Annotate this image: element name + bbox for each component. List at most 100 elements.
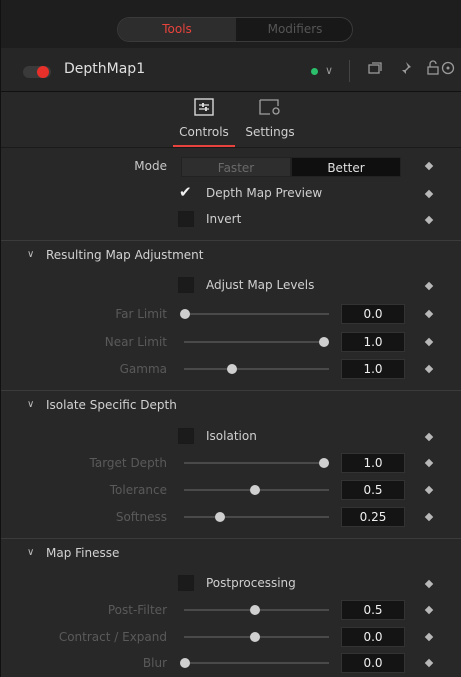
blur-value[interactable]: 0.0 [341,653,405,673]
active-tab-indicator [173,145,235,147]
keyframe-diamond-icon[interactable] [424,364,434,374]
postprocessing-label: Postprocessing [206,576,296,590]
near-limit-value[interactable]: 1.0 [341,332,405,352]
tab-controls[interactable]: Controls [173,98,235,144]
sliders-icon [173,98,235,119]
gamma-value[interactable]: 1.0 [341,359,405,379]
pin-icon[interactable] [395,60,415,80]
gamma-slider[interactable] [184,368,329,370]
post-filter-value[interactable]: 0.5 [341,600,405,620]
tab-settings-label: Settings [245,125,295,139]
gamma-label: Gamma [119,362,167,376]
keyframe-diamond-icon[interactable] [424,579,434,589]
contract-expand-row: Contract / Expand 0.0 [1,625,461,649]
postprocessing-row: Postprocessing [1,572,461,596]
softness-label: Softness [115,510,167,524]
tolerance-value[interactable]: 0.5 [341,480,405,500]
section-title: Isolate Specific Depth [46,398,177,412]
far-limit-row: Far Limit 0.0 [1,302,461,326]
invert-row: Invert [1,208,461,232]
settings-icon [241,98,299,119]
invert-label: Invert [206,212,242,226]
section-title: Map Finesse [46,546,120,560]
tolerance-slider-handle[interactable] [250,485,260,495]
mode-better-button[interactable]: Better [291,157,401,177]
target-depth-slider-handle[interactable] [319,458,329,468]
softness-row: Softness 0.25 [1,505,461,529]
chevron-down-icon[interactable]: ∨ [325,64,333,77]
chevron-down-icon[interactable]: ∨ [27,249,34,260]
section-header-map-finesse[interactable]: ∨ Map Finesse [1,538,461,568]
checkmark-icon[interactable]: ✔ [179,183,192,201]
adjust-map-levels-label: Adjust Map Levels [206,278,315,292]
node-name: DepthMap1 [64,61,146,77]
keyframe-diamond-icon[interactable] [424,281,434,291]
keyframe-diamond-icon[interactable] [424,432,434,442]
keyframe-diamond-icon[interactable] [424,309,434,319]
near-limit-slider[interactable] [184,341,329,343]
gamma-row: Gamma 1.0 [1,357,461,381]
tolerance-label: Tolerance [109,483,167,497]
tolerance-row: Tolerance 0.5 [1,478,461,502]
reset-icon[interactable] [438,60,458,80]
far-limit-slider[interactable] [184,313,329,315]
keyframe-diamond-icon[interactable] [424,605,434,615]
invert-checkbox[interactable] [178,211,194,227]
blur-slider[interactable] [184,662,329,664]
keyframe-diamond-icon[interactable] [424,161,434,171]
target-depth-slider[interactable] [184,462,329,464]
blur-row: Blur 0.0 [1,651,461,675]
keyframe-diamond-icon[interactable] [424,512,434,522]
tools-tab[interactable]: Tools [118,18,236,41]
section-title: Resulting Map Adjustment [46,248,204,262]
node-enable-toggle[interactable] [23,66,51,78]
isolation-label: Isolation [206,429,257,443]
keyframe-diamond-icon[interactable] [424,632,434,642]
chevron-down-icon[interactable]: ∨ [27,547,34,558]
section-header-resulting-map[interactable]: ∨ Resulting Map Adjustment [1,240,461,270]
keyframe-diamond-icon[interactable] [424,485,434,495]
keyframe-diamond-icon[interactable] [424,658,434,668]
near-limit-row: Near Limit 1.0 [1,330,461,354]
far-limit-value[interactable]: 0.0 [341,304,405,324]
tab-settings[interactable]: Settings [241,98,299,144]
contract-expand-label: Contract / Expand [58,630,167,644]
near-limit-slider-handle[interactable] [319,337,329,347]
mode-faster-button[interactable]: Faster [181,157,291,177]
chevron-down-icon[interactable]: ∨ [27,399,34,410]
node-color-dot-icon[interactable] [311,68,318,75]
near-limit-label: Near Limit [104,335,167,349]
inspector-panel: Tools Modifiers DepthMap1 ∨ Controls Set… [0,0,461,677]
isolation-row: Isolation [1,425,461,449]
mode-label: Mode [134,159,167,173]
keyframe-diamond-icon[interactable] [424,215,434,225]
target-depth-row: Target Depth 1.0 [1,451,461,475]
softness-slider[interactable] [184,516,329,518]
inspector-top-bar: Tools Modifiers [1,0,461,48]
keyframe-diamond-icon[interactable] [424,337,434,347]
contract-expand-slider-handle[interactable] [250,632,260,642]
softness-value[interactable]: 0.25 [341,507,405,527]
far-limit-label: Far Limit [115,307,167,321]
target-depth-value[interactable]: 1.0 [341,453,405,473]
keyframe-diamond-icon[interactable] [424,189,434,199]
gamma-slider-handle[interactable] [227,364,237,374]
keyframe-diamond-icon[interactable] [424,458,434,468]
far-limit-slider-handle[interactable] [180,309,190,319]
post-filter-slider-handle[interactable] [250,605,260,615]
postprocessing-checkbox[interactable] [178,575,194,591]
divider [349,60,350,82]
section-header-isolate-depth[interactable]: ∨ Isolate Specific Depth [1,390,461,420]
contract-expand-value[interactable]: 0.0 [341,627,405,647]
adjust-map-levels-checkbox[interactable] [178,277,194,293]
depth-map-preview-label: Depth Map Preview [206,186,323,200]
depth-map-preview-row: ✔ Depth Map Preview [1,182,461,206]
mode-row: Mode Faster Better [1,154,461,178]
target-depth-label: Target Depth [89,456,168,470]
modifiers-tab[interactable]: Modifiers [236,18,354,41]
tab-controls-label: Controls [179,125,229,139]
versions-icon[interactable] [365,60,385,80]
blur-slider-handle[interactable] [180,658,190,668]
softness-slider-handle[interactable] [215,512,225,522]
isolation-checkbox[interactable] [178,428,194,444]
